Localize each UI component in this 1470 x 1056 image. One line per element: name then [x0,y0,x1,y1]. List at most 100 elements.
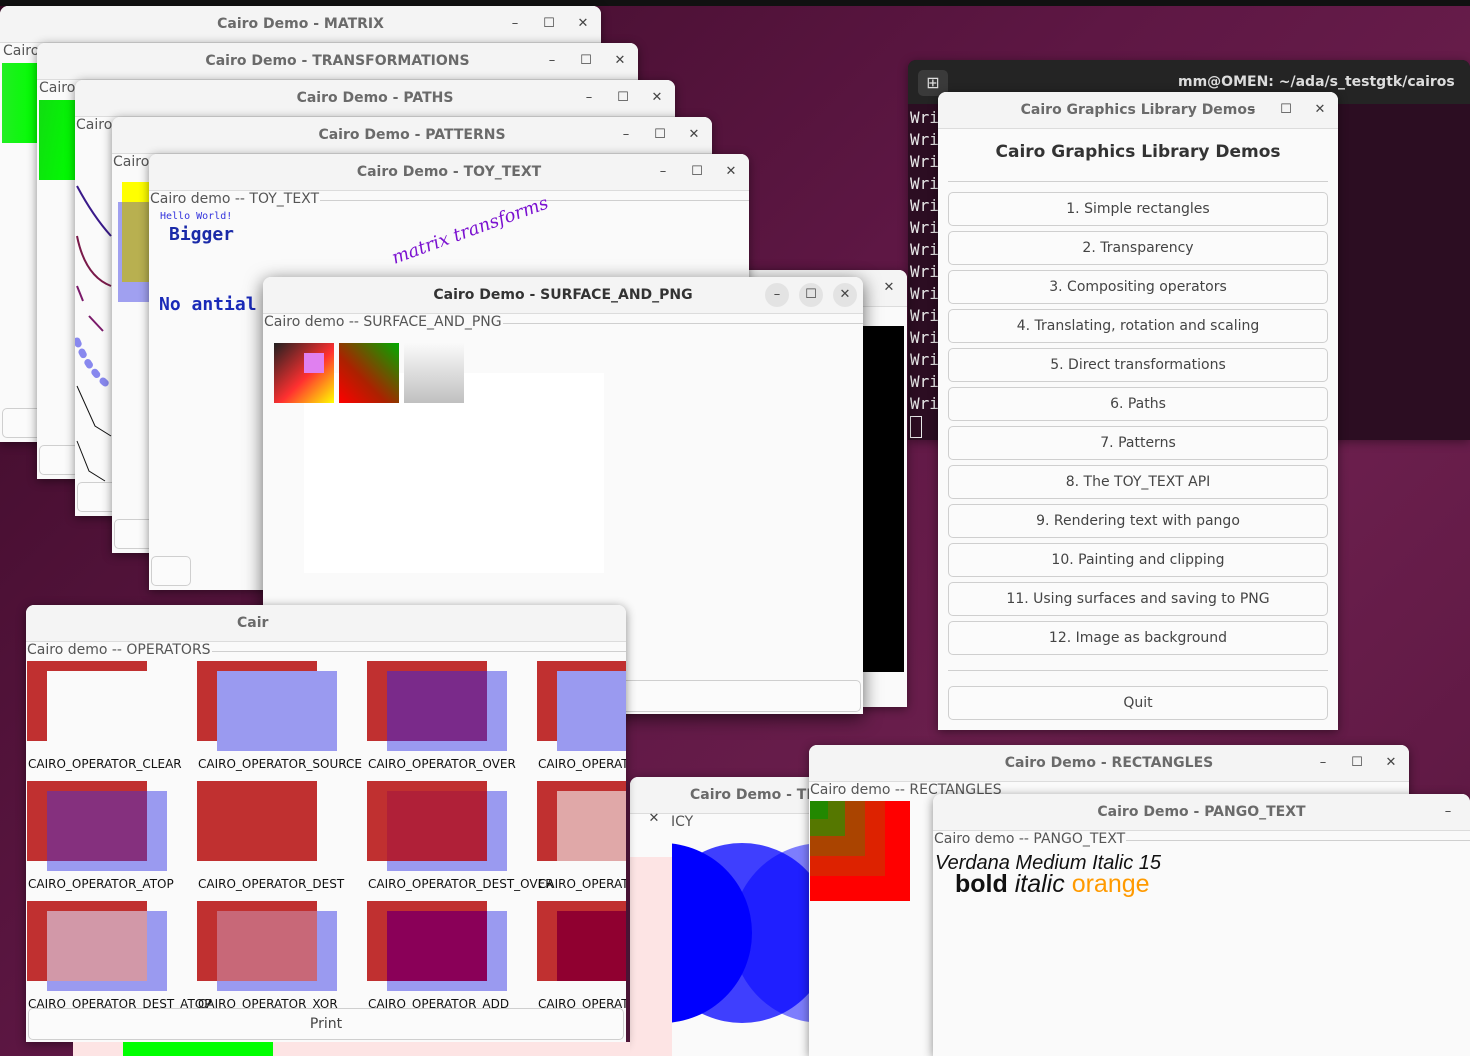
maximize-icon[interactable]: ☐ [1274,98,1298,122]
operator-label: CAIRO_OPERATOR_DEST [198,877,345,891]
menu-item-5[interactable]: 5. Direct transformations [948,348,1328,382]
maximize-icon[interactable]: ☐ [537,12,561,36]
window-titlebar[interactable]: Cair [26,605,626,642]
close-icon[interactable]: ✕ [642,807,666,831]
close-icon[interactable]: ✕ [571,12,595,36]
operator-label: CAIRO_OPERATOR_CLEAR [28,757,182,771]
minimize-icon[interactable]: – [651,160,675,184]
close-icon[interactable]: ✕ [645,86,669,110]
menu-heading: Cairo Graphics Library Demos [995,142,1281,162]
window-transparency[interactable]: Cairo Demo - TRA ✕ ICY [630,777,830,1056]
menu-item-8[interactable]: 8. The TOY_TEXT API [948,465,1328,499]
minimize-icon[interactable]: – [540,49,564,73]
window-titlebar[interactable]: Cairo Demo - RECTANGLES – ☐ ✕ [809,745,1409,782]
operator-cell: CAIRO_OPERATOR_DEST [197,781,367,891]
bold-text: bold [955,870,1008,898]
window-titlebar[interactable]: Cairo Graphics Library Demos – ☐ ✕ [938,92,1338,129]
window-titlebar[interactable]: Cairo Demo - MATRIX – ☐ ✕ [0,6,601,43]
maximize-icon[interactable]: ☐ [799,283,823,307]
terminal-line: Wri [910,306,939,325]
print-button[interactable]: Print [28,1008,624,1040]
operator-cell: CAIRO_OPERATOR_DEST_ATOP [27,901,211,1011]
close-icon[interactable]: ✕ [719,160,743,184]
terminal-line: Wri [910,196,939,215]
terminal-line: Wri [910,262,939,281]
frame-label: ICY [670,814,695,830]
print-button[interactable] [151,556,191,586]
window-titlebar[interactable]: Cairo Demo - TOY_TEXT – ☐ ✕ [149,154,749,191]
maximize-icon[interactable]: ☐ [648,123,672,147]
close-icon[interactable]: ✕ [608,49,632,73]
minimize-icon[interactable]: – [1436,800,1460,824]
close-icon[interactable]: ✕ [1308,98,1332,122]
close-icon[interactable]: ✕ [877,276,901,300]
print-button[interactable] [114,519,154,549]
minimize-icon[interactable]: – [1311,751,1335,775]
close-icon[interactable]: ✕ [682,123,706,147]
terminal-line: Wri [910,350,939,369]
italic-text: italic [1014,870,1065,898]
matrix-transforms-text: matrix transforms [389,192,552,269]
black-canvas [860,326,904,672]
operator-label: CAIRO_OPERATO [538,877,626,891]
minimize-icon[interactable]: – [503,12,527,36]
print-button[interactable] [39,445,79,475]
minimize-icon[interactable]: – [1240,98,1264,122]
operator-label: CAIRO_OPERATOR_SOURCE [198,757,362,771]
maximize-icon[interactable]: ☐ [611,86,635,110]
operator-cell: CAIRO_OPERATOR_SOURCE [197,661,367,771]
terminal-line: Wri [910,328,939,347]
menu-item-4[interactable]: 4. Translating, rotation and scaling [948,309,1328,343]
operator-cell: CAIRO_OPERATOR_ADD [367,901,537,1011]
green-rect [39,100,75,180]
terminal-line: Wri [910,108,939,127]
print-button[interactable] [77,482,117,512]
operator-overlap [217,911,317,981]
menu-item-2[interactable]: 2. Transparency [948,231,1328,265]
terminal-line: Wri [910,174,939,193]
minimize-icon[interactable]: – [577,86,601,110]
operator-overlap [387,791,487,861]
window-pango-text[interactable]: Cairo Demo - PANGO_TEXT – Cairo demo -- … [933,794,1470,1056]
operator-overlap [387,671,487,741]
window-menu[interactable]: Cairo Graphics Library Demos – ☐ ✕ Cairo… [938,92,1338,730]
menu-item-12[interactable]: 12. Image as background [948,621,1328,655]
print-button[interactable] [2,408,42,438]
pango-line-2: bold italic orange [955,870,1150,899]
terminal-line: Wri [910,372,939,391]
terminal-line: Wri [910,130,939,149]
menu-item-1[interactable]: 1. Simple rectangles [948,192,1328,226]
window-titlebar[interactable]: Cairo Demo - TRANSFORMATIONS – ☐ ✕ [37,43,638,80]
window-operators[interactable]: Cair Cairo demo -- OPERATORS CAIRO_OPERA… [26,605,626,1042]
operator-cell: CAIRO_OPERATOR_XOR [197,901,367,1011]
window-titlebar[interactable]: Cairo Demo - PANGO_TEXT – [933,794,1470,831]
operator-label: CAIRO_OPERATO [538,757,626,771]
window-title: Cair [237,615,269,631]
png-canvas [304,373,604,573]
menu-item-3[interactable]: 3. Compositing operators [948,270,1328,304]
gradient-square-2 [339,343,399,403]
window-titlebar[interactable]: Cairo Demo - SURFACE_AND_PNG – ☐ ✕ [263,277,863,314]
operator-overlap [217,791,317,861]
terminal-line: Wri [910,394,939,413]
menu-item-7[interactable]: 7. Patterns [948,426,1328,460]
operator-overlap [557,791,626,861]
close-icon[interactable]: ✕ [1379,751,1403,775]
window-titlebar[interactable]: Cairo Demo - PATTERNS – ☐ ✕ [112,117,712,154]
quit-button[interactable]: Quit [948,686,1328,720]
close-icon[interactable]: ✕ [833,283,857,307]
window-titlebar[interactable]: Cairo Demo - PATHS – ☐ ✕ [75,80,675,117]
operator-overlap [47,791,147,861]
menu-item-6[interactable]: 6. Paths [948,387,1328,421]
minimize-icon[interactable]: – [765,283,789,307]
operator-overlap [47,911,147,981]
maximize-icon[interactable]: ☐ [1345,751,1369,775]
terminal-line: Wri [910,284,939,303]
minimize-icon[interactable]: – [614,123,638,147]
frame-label: Cairo [2,43,41,59]
menu-item-9[interactable]: 9. Rendering text with pango [948,504,1328,538]
maximize-icon[interactable]: ☐ [685,160,709,184]
menu-item-10[interactable]: 10. Painting and clipping [948,543,1328,577]
maximize-icon[interactable]: ☐ [574,49,598,73]
menu-item-11[interactable]: 11. Using surfaces and saving to PNG [948,582,1328,616]
